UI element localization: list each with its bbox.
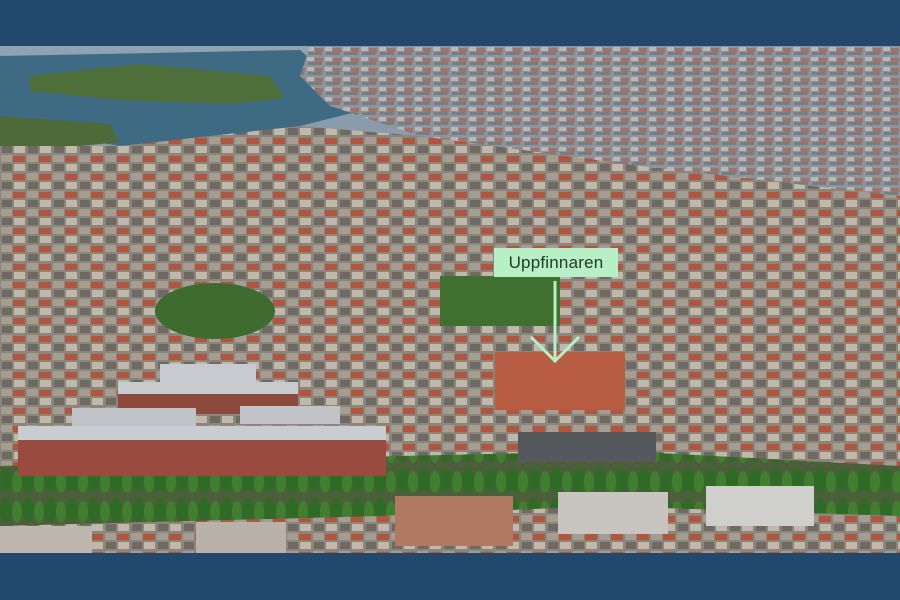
long-building-4 [72, 408, 196, 426]
foreground-building-1 [395, 496, 513, 546]
down-arrow-icon [529, 281, 581, 364]
aerial-city-illustration [0, 46, 900, 553]
location-label: Uppfinnaren [494, 248, 618, 277]
city-park [155, 283, 275, 339]
annex-building [518, 432, 656, 462]
aerial-photo [0, 46, 900, 553]
photo-frame: Uppfinnaren [0, 0, 900, 600]
top-frame-band [0, 0, 900, 46]
long-building-3 [160, 364, 256, 382]
bottom-frame-band [0, 553, 900, 600]
foreground-building-2 [558, 492, 668, 534]
long-building-5 [240, 406, 340, 424]
foreground-building-3 [706, 486, 814, 526]
foreground-building-4 [0, 526, 92, 553]
foreground-building-5 [196, 522, 286, 553]
